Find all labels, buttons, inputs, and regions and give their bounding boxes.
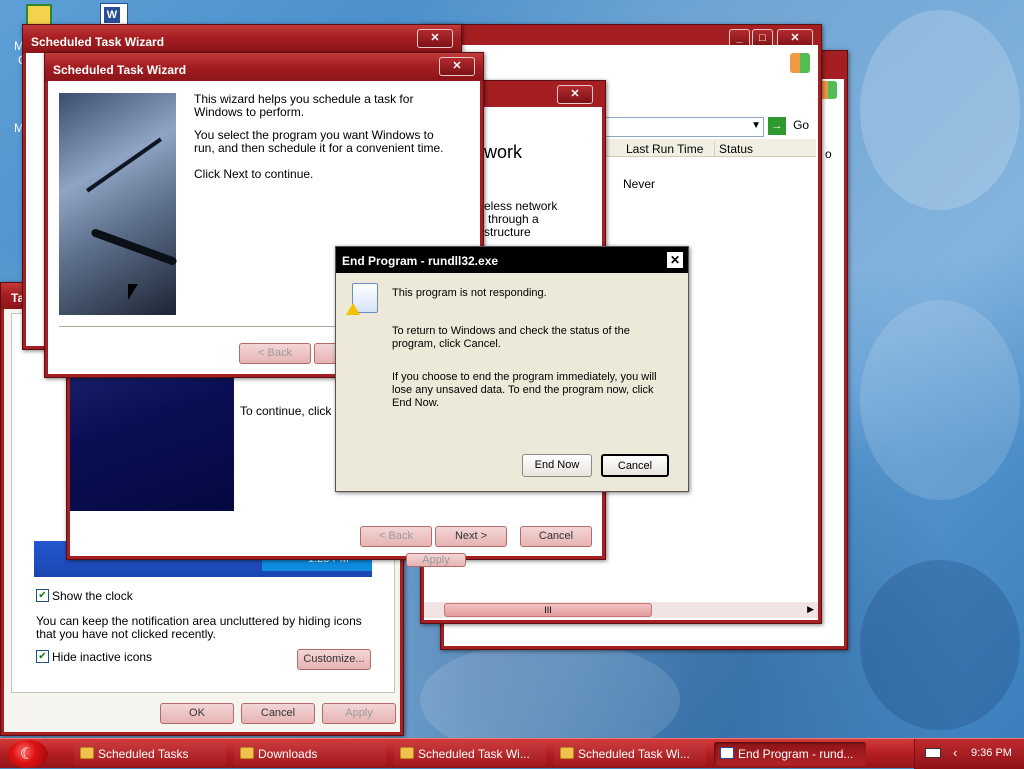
close-button[interactable]: ✕: [439, 57, 475, 76]
scroll-right-arrow-icon[interactable]: ▶: [807, 604, 814, 615]
taskbar-item-scheduled-tasks[interactable]: Scheduled Tasks: [74, 742, 226, 766]
scheduled-tasks-icon: [80, 747, 94, 759]
taskbar-item-label: Scheduled Tasks: [98, 747, 189, 761]
go-label: Go: [793, 118, 810, 132]
pen-shape: [90, 227, 178, 267]
close-button[interactable]: ✕: [557, 85, 593, 104]
customize-label: Customize...: [303, 653, 365, 665]
end-program-title: End Program - rundll32.exe: [342, 254, 499, 268]
mouse-cursor-icon: [128, 284, 138, 300]
crescent-star-icon: ☾: [20, 746, 35, 763]
wallpaper-face-2: [860, 300, 1020, 500]
column-header-last-run[interactable]: Last Run Time: [626, 142, 703, 156]
customize-button[interactable]: Customize...: [297, 649, 371, 670]
cancel-button[interactable]: Cancel: [241, 703, 315, 724]
column-header-status[interactable]: Status: [714, 142, 753, 156]
network-cancel-button[interactable]: Cancel: [520, 526, 592, 547]
wizard-back-label: < Back: [258, 347, 292, 359]
taskbar: ☾ Scheduled Tasks Downloads Scheduled Ta…: [0, 738, 1024, 769]
network-next-label: Next >: [454, 530, 488, 542]
end-program-message-1: This program is not responding.: [392, 287, 547, 299]
wizard-back-title: Scheduled Task Wizard: [31, 35, 165, 49]
windows-logo-icon: [790, 53, 810, 73]
chevron-left-icon[interactable]: ‹: [953, 745, 957, 760]
apply-label: Apply: [345, 707, 373, 719]
wizard-paragraph-2: You select the program you want Windows …: [194, 128, 444, 155]
apply-button[interactable]: Apply: [322, 703, 396, 724]
network-back-button[interactable]: < Back: [360, 526, 432, 547]
system-tray: ‹ 9:36 PM: [914, 739, 1024, 769]
hide-inactive-label[interactable]: Hide inactive icons: [52, 651, 152, 664]
task-last-run-value: Never: [623, 177, 656, 191]
network-continue-text: To continue, click Ne: [240, 405, 340, 418]
clock-hand-shape: [85, 137, 163, 193]
keyboard-icon[interactable]: [925, 748, 941, 758]
end-now-button[interactable]: End Now: [522, 454, 592, 477]
address-bar[interactable]: ▼: [604, 117, 764, 137]
end-program-message-2: To return to Windows and check the statu…: [392, 325, 630, 350]
taskbar-item-end-program[interactable]: End Program - rund...: [714, 742, 866, 766]
start-button[interactable]: ☾: [8, 740, 48, 768]
wizard-back-button[interactable]: < Back: [239, 343, 311, 364]
go-button[interactable]: → Go: [768, 117, 812, 137]
clock-pen-illustration: [59, 93, 178, 315]
horizontal-scrollbar[interactable]: III ▶: [424, 602, 818, 618]
wallpaper-face-4: [420, 640, 680, 738]
close-button[interactable]: ✕: [417, 29, 453, 48]
end-program-titlebar[interactable]: End Program - rundll32.exe: [336, 247, 688, 273]
scrollbar-grip: III: [544, 605, 552, 615]
network-back-label: < Back: [379, 530, 413, 542]
folder-icon: [560, 747, 574, 759]
show-clock-label[interactable]: Show the clock: [52, 590, 133, 603]
taskbar-item-wizard-1[interactable]: Scheduled Task Wi...: [394, 742, 546, 766]
network-cancel-label: Cancel: [538, 530, 574, 542]
apply-behind-label: Apply: [422, 554, 450, 566]
notification-info-text: You can keep the notification area unclu…: [36, 614, 362, 641]
apply-button-behind[interactable]: Apply: [406, 553, 466, 567]
end-program-cancel-button[interactable]: Cancel: [601, 454, 669, 477]
network-next-button[interactable]: Next >: [435, 526, 507, 547]
scrollbar-thumb[interactable]: III: [444, 603, 652, 617]
network-line-3: structure: [484, 225, 531, 239]
show-clock-checkbox[interactable]: ✔: [36, 589, 49, 602]
clock[interactable]: 9:36 PM: [971, 747, 1012, 759]
chevron-down-icon[interactable]: ▼: [751, 120, 761, 131]
end-program-dialog[interactable]: End Program - rundll32.exe ✕ This progra…: [335, 246, 689, 492]
go-arrow-icon: →: [768, 117, 786, 135]
taskbar-item-label: End Program - rund...: [738, 747, 854, 761]
end-program-cancel-label: Cancel: [617, 460, 653, 472]
close-button[interactable]: ✕: [666, 251, 684, 269]
ok-button[interactable]: OK: [160, 703, 234, 724]
wizard-paragraph-3: Click Next to continue.: [194, 167, 314, 181]
word-letter: W: [104, 7, 120, 23]
warning-icon: [346, 303, 360, 315]
wallpaper-face-3: [860, 560, 1020, 730]
taskbar-item-label: Scheduled Task Wi...: [418, 747, 530, 761]
ok-label: OK: [189, 707, 205, 719]
folder-icon: [240, 747, 254, 759]
column-header-fragment: o: [825, 147, 832, 161]
wallpaper-face-1: [860, 10, 1020, 210]
column-headers: Last Run Time Status: [604, 139, 816, 157]
window-icon: [720, 747, 734, 759]
end-now-label: End Now: [534, 459, 580, 471]
taskbar-item-wizard-2[interactable]: Scheduled Task Wi...: [554, 742, 706, 766]
end-program-message-3: If you choose to end the program immedia…: [392, 371, 657, 409]
wizard-back-titlebar[interactable]: Scheduled Task Wizard: [23, 25, 461, 53]
folder-icon: [400, 747, 414, 759]
taskbar-item-downloads[interactable]: Downloads: [234, 742, 386, 766]
wizard-front-title: Scheduled Task Wizard: [53, 63, 187, 77]
wizard-front-titlebar[interactable]: Scheduled Task Wizard: [45, 53, 483, 81]
wizard-paragraph-1: This wizard helps you schedule a task fo…: [194, 92, 414, 119]
taskbar-item-label: Scheduled Task Wi...: [578, 747, 690, 761]
taskbar-item-label: Downloads: [258, 747, 318, 761]
hide-inactive-checkbox[interactable]: ✔: [36, 650, 49, 663]
cancel-label: Cancel: [260, 707, 296, 719]
network-heading: work: [484, 142, 523, 162]
